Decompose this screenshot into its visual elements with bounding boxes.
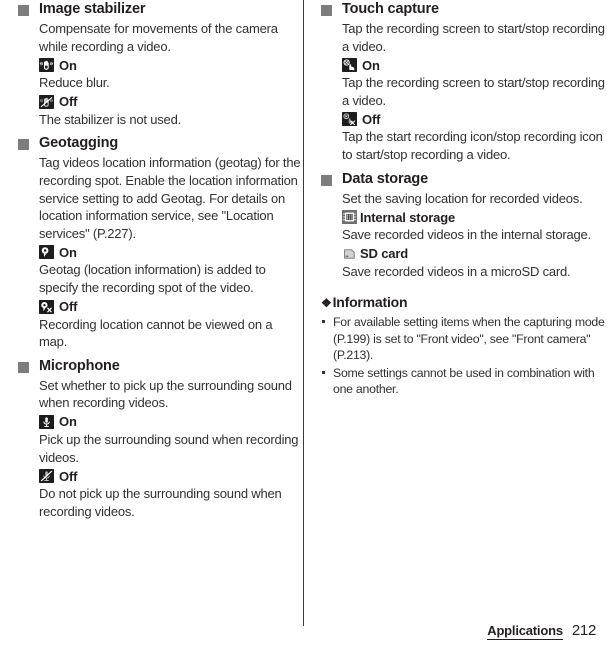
option-description: The stabilizer is not used. bbox=[39, 111, 182, 127]
section-heading: Touch capture bbox=[321, 0, 606, 19]
section-description: Set whether to pick up the surrounding s… bbox=[39, 377, 292, 411]
right-column: Touch capture Tap the recording screen t… bbox=[321, 0, 606, 398]
option-label: Internal storage bbox=[360, 209, 456, 225]
bullet-dot-icon bbox=[322, 370, 325, 374]
section-heading: Microphone bbox=[18, 357, 303, 376]
section-description: Tag videos location information (geotag)… bbox=[39, 155, 301, 241]
section-heading: Data storage bbox=[321, 170, 606, 189]
section-geotagging: Geotagging Tag videos location informati… bbox=[18, 134, 303, 350]
section-title: Data storage bbox=[342, 170, 429, 187]
page-footer: Applications 212 bbox=[487, 622, 596, 640]
option-row: On bbox=[18, 413, 303, 431]
option-label: On bbox=[59, 244, 77, 260]
option-label: On bbox=[59, 57, 77, 73]
option-description: Tap the recording screen to start/stop r… bbox=[342, 75, 605, 108]
microphone-off-icon bbox=[39, 469, 54, 484]
option-description: Recording location cannot be viewed on a… bbox=[39, 316, 273, 350]
square-bullet-icon bbox=[321, 174, 332, 186]
section-microphone: Microphone Set whether to pick up the su… bbox=[18, 357, 303, 521]
touch-capture-on-icon bbox=[342, 58, 357, 73]
option-description: Save recorded videos in a microSD card. bbox=[342, 263, 571, 279]
internal-storage-chip-icon bbox=[342, 210, 357, 225]
section-description: Set the saving location for recorded vid… bbox=[342, 190, 583, 206]
footer-section-name: Applications bbox=[487, 623, 563, 640]
sd-card-icon bbox=[342, 247, 357, 261]
option-row: SD card bbox=[321, 245, 606, 263]
option-description: Reduce blur. bbox=[39, 75, 110, 91]
list-item: Some settings cannot be used in combinat… bbox=[321, 365, 606, 398]
footer-page-number: 212 bbox=[571, 622, 596, 639]
option-row: On bbox=[18, 243, 303, 261]
list-item-text: Some settings cannot be used in combinat… bbox=[333, 365, 595, 396]
section-description: Tap the recording screen to start/stop r… bbox=[342, 21, 605, 54]
square-bullet-icon bbox=[18, 5, 29, 16]
information-heading: ❖ Information bbox=[321, 293, 606, 312]
option-row: On bbox=[321, 56, 606, 74]
microphone-on-icon bbox=[39, 414, 54, 429]
location-pin-on-icon bbox=[39, 245, 54, 260]
square-bullet-icon bbox=[18, 139, 29, 151]
square-bullet-icon bbox=[18, 361, 29, 373]
option-description: Geotag (location information) is added t… bbox=[39, 262, 266, 295]
option-row: Internal storage bbox=[321, 208, 606, 226]
option-description: Save recorded videos in the internal sto… bbox=[342, 227, 591, 243]
option-row: Off bbox=[18, 93, 303, 111]
section-title: Image stabilizer bbox=[39, 1, 146, 17]
option-label: Off bbox=[362, 111, 381, 127]
manual-page: Image stabilizer Compensate for movement… bbox=[0, 0, 607, 648]
section-heading: Geotagging bbox=[18, 134, 303, 153]
left-column: Image stabilizer Compensate for movement… bbox=[18, 0, 303, 526]
information-title: Information bbox=[332, 294, 408, 311]
hand-stabilizer-off-icon bbox=[39, 94, 54, 109]
list-item: For available setting items when the cap… bbox=[321, 314, 606, 363]
section-touch-capture: Touch capture Tap the recording screen t… bbox=[321, 0, 606, 164]
option-row: Off bbox=[18, 467, 303, 485]
section-title: Geotagging bbox=[39, 135, 119, 152]
information-block: ❖ Information For available setting item… bbox=[321, 293, 606, 397]
section-heading: Image stabilizer bbox=[18, 0, 303, 19]
option-row: Off bbox=[321, 110, 606, 128]
touch-capture-off-icon bbox=[342, 112, 357, 127]
option-description: Do not pick up the surrounding sound whe… bbox=[39, 486, 282, 519]
diamond-icon: ❖ bbox=[321, 296, 332, 311]
option-label: Off bbox=[59, 299, 78, 315]
location-pin-off-icon bbox=[39, 299, 54, 314]
option-row: On bbox=[18, 56, 303, 74]
option-label: On bbox=[59, 414, 77, 430]
hand-stabilizer-on-icon bbox=[39, 58, 54, 73]
section-description: Compensate for movements of the camera w… bbox=[39, 21, 278, 54]
section-data-storage: Data storage Set the saving location for… bbox=[321, 170, 606, 281]
information-list: For available setting items when the cap… bbox=[321, 314, 606, 397]
section-title: Touch capture bbox=[342, 1, 439, 17]
bullet-dot-icon bbox=[322, 320, 325, 324]
option-description: Pick up the surrounding sound when recor… bbox=[39, 431, 299, 465]
section-title: Microphone bbox=[39, 357, 120, 374]
option-description: Tap the start recording icon/stop record… bbox=[342, 129, 603, 162]
section-image-stabilizer: Image stabilizer Compensate for movement… bbox=[18, 0, 303, 128]
square-bullet-icon bbox=[321, 5, 332, 16]
option-label: On bbox=[362, 57, 380, 73]
option-row: Off bbox=[18, 298, 303, 316]
list-item-text: For available setting items when the cap… bbox=[333, 315, 605, 363]
option-label: SD card bbox=[360, 246, 409, 262]
option-label: Off bbox=[59, 94, 78, 110]
column-divider bbox=[303, 0, 304, 626]
option-label: Off bbox=[59, 468, 78, 484]
